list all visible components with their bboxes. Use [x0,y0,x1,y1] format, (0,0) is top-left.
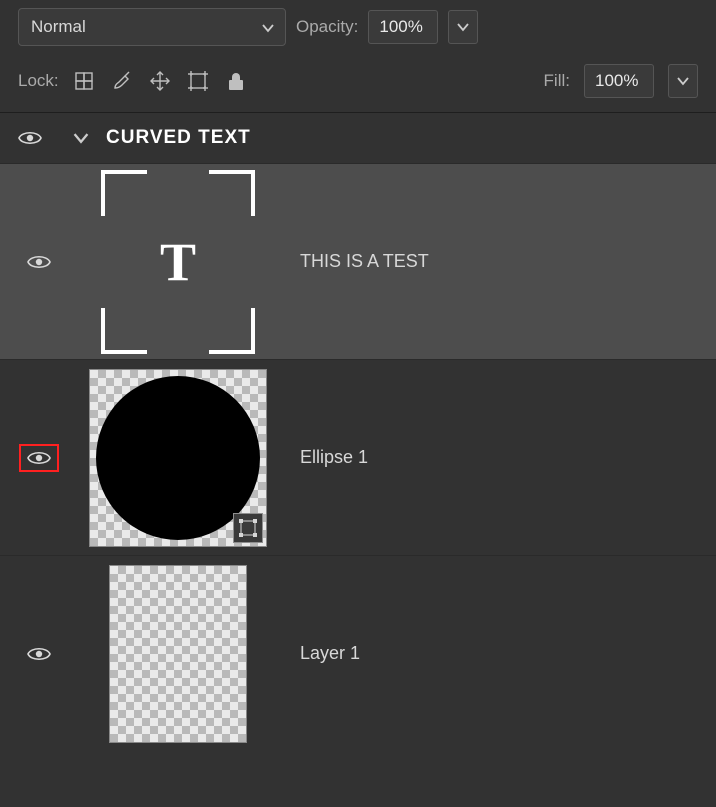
chevron-down-icon [72,129,90,147]
lock-label: Lock: [18,71,59,91]
layers-list: T THIS IS A TEST [0,163,716,751]
lock-move-icon[interactable] [149,70,171,92]
shape-layer-thumbnail[interactable] [89,369,267,547]
layer-visibility-toggle[interactable] [27,645,51,663]
fill-value: 100% [595,71,638,91]
lock-all-icon[interactable] [225,70,247,92]
layer-group-header[interactable]: CURVED TEXT [0,113,716,163]
chevron-down-icon [261,21,273,33]
lock-fill-row: Lock: Fill: 100% [0,54,716,113]
shape-badge-icon [233,513,263,543]
chevron-down-icon [676,74,690,88]
layer-visibility-toggle[interactable] [27,253,51,271]
layer-name[interactable]: Layer 1 [300,643,360,664]
lock-artboard-icon[interactable] [187,70,209,92]
eye-icon [18,129,42,147]
group-title: CURVED TEXT [106,127,251,149]
layer-visibility-toggle[interactable] [19,444,59,472]
blend-opacity-row: Normal Opacity: 100% [0,0,716,54]
lock-brush-icon[interactable] [111,70,133,92]
group-visibility-toggle[interactable] [18,129,42,147]
opacity-value: 100% [379,17,422,37]
layer-row[interactable]: T THIS IS A TEST [0,163,716,359]
layer-name[interactable]: THIS IS A TEST [300,251,429,272]
fill-label: Fill: [544,71,570,91]
blend-mode-value: Normal [31,17,86,37]
lock-icons-group [73,70,247,92]
layer-name[interactable]: Ellipse 1 [300,447,368,468]
lock-transparency-icon[interactable] [73,70,95,92]
eye-icon [27,645,51,663]
opacity-chevron-button[interactable] [448,10,478,44]
fill-chevron-button[interactable] [668,64,698,98]
eye-icon [27,449,51,467]
text-layer-thumbnail[interactable]: T [101,170,255,354]
raster-layer-thumbnail[interactable] [109,565,247,743]
layer-row[interactable]: Layer 1 [0,555,716,751]
fill-input[interactable]: 100% [584,64,654,98]
layer-row[interactable]: Ellipse 1 [0,359,716,555]
eye-icon [27,253,51,271]
opacity-input[interactable]: 100% [368,10,438,44]
blend-mode-select[interactable]: Normal [18,8,286,46]
chevron-down-icon [456,20,470,34]
group-expand-toggle[interactable] [72,129,90,147]
opacity-label: Opacity: [296,17,358,37]
type-icon: T [160,231,196,293]
